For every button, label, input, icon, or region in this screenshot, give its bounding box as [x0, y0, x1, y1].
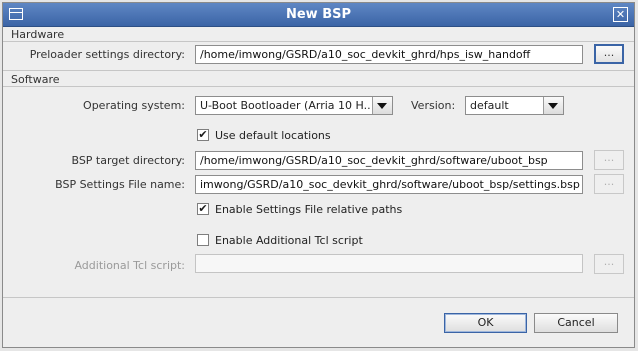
chevron-down-icon	[543, 97, 563, 114]
bsp-target-dir-label: BSP target directory:	[71, 154, 185, 167]
cancel-button[interactable]: Cancel	[534, 313, 618, 333]
preloader-dir-field[interactable]: /home/imwong/GSRD/a10_soc_devkit_ghrd/hp…	[195, 45, 583, 64]
preloader-dir-label: Preloader settings directory:	[29, 48, 185, 61]
hardware-divider	[3, 41, 634, 42]
checkbox-checked-icon: ✔	[197, 202, 209, 215]
software-legend: Software	[11, 73, 60, 86]
tcl-script-browse-button[interactable]: ...	[594, 254, 624, 274]
os-select-value: U-Boot Bootloader (Arria 10 H...	[200, 99, 370, 112]
chevron-down-icon	[372, 97, 392, 114]
close-icon: ✕	[615, 8, 626, 21]
ok-button[interactable]: OK	[444, 313, 527, 333]
target-dir-browse-button[interactable]: ...	[594, 150, 624, 170]
software-divider	[3, 86, 634, 87]
bsp-target-dir-field[interactable]: /home/imwong/GSRD/a10_soc_devkit_ghrd/so…	[195, 151, 583, 170]
preloader-browse-button[interactable]: ...	[594, 44, 624, 64]
new-bsp-dialog: New BSP ✕ Hardware Preloader settings di…	[2, 2, 635, 348]
version-select-value: default	[470, 99, 509, 112]
software-divider-top	[3, 70, 634, 71]
additional-tcl-enable-label: Enable Additional Tcl script	[215, 234, 363, 247]
use-default-locations-label: Use default locations	[215, 129, 331, 142]
os-select[interactable]: U-Boot Bootloader (Arria 10 H...	[195, 96, 393, 115]
additional-tcl-script-field[interactable]	[195, 254, 583, 273]
settings-file-browse-button[interactable]: ...	[594, 174, 624, 194]
bsp-settings-file-field[interactable]: imwong/GSRD/a10_soc_devkit_ghrd/software…	[195, 175, 583, 194]
checkbox-checked-icon: ✔	[197, 128, 209, 141]
os-label: Operating system:	[83, 99, 185, 112]
checkbox-unchecked-icon	[197, 234, 209, 246]
close-button[interactable]: ✕	[613, 7, 628, 22]
additional-tcl-script-label: Additional Tcl script:	[74, 259, 185, 272]
footer-divider	[3, 297, 634, 298]
version-select[interactable]: default	[465, 96, 564, 115]
hardware-legend: Hardware	[11, 28, 65, 41]
relative-paths-label: Enable Settings File relative paths	[215, 203, 403, 216]
title-bar[interactable]: New BSP ✕	[3, 3, 634, 27]
bsp-settings-file-label: BSP Settings File name:	[55, 178, 185, 191]
dialog-title: New BSP	[285, 7, 352, 22]
version-label: Version:	[411, 99, 456, 112]
